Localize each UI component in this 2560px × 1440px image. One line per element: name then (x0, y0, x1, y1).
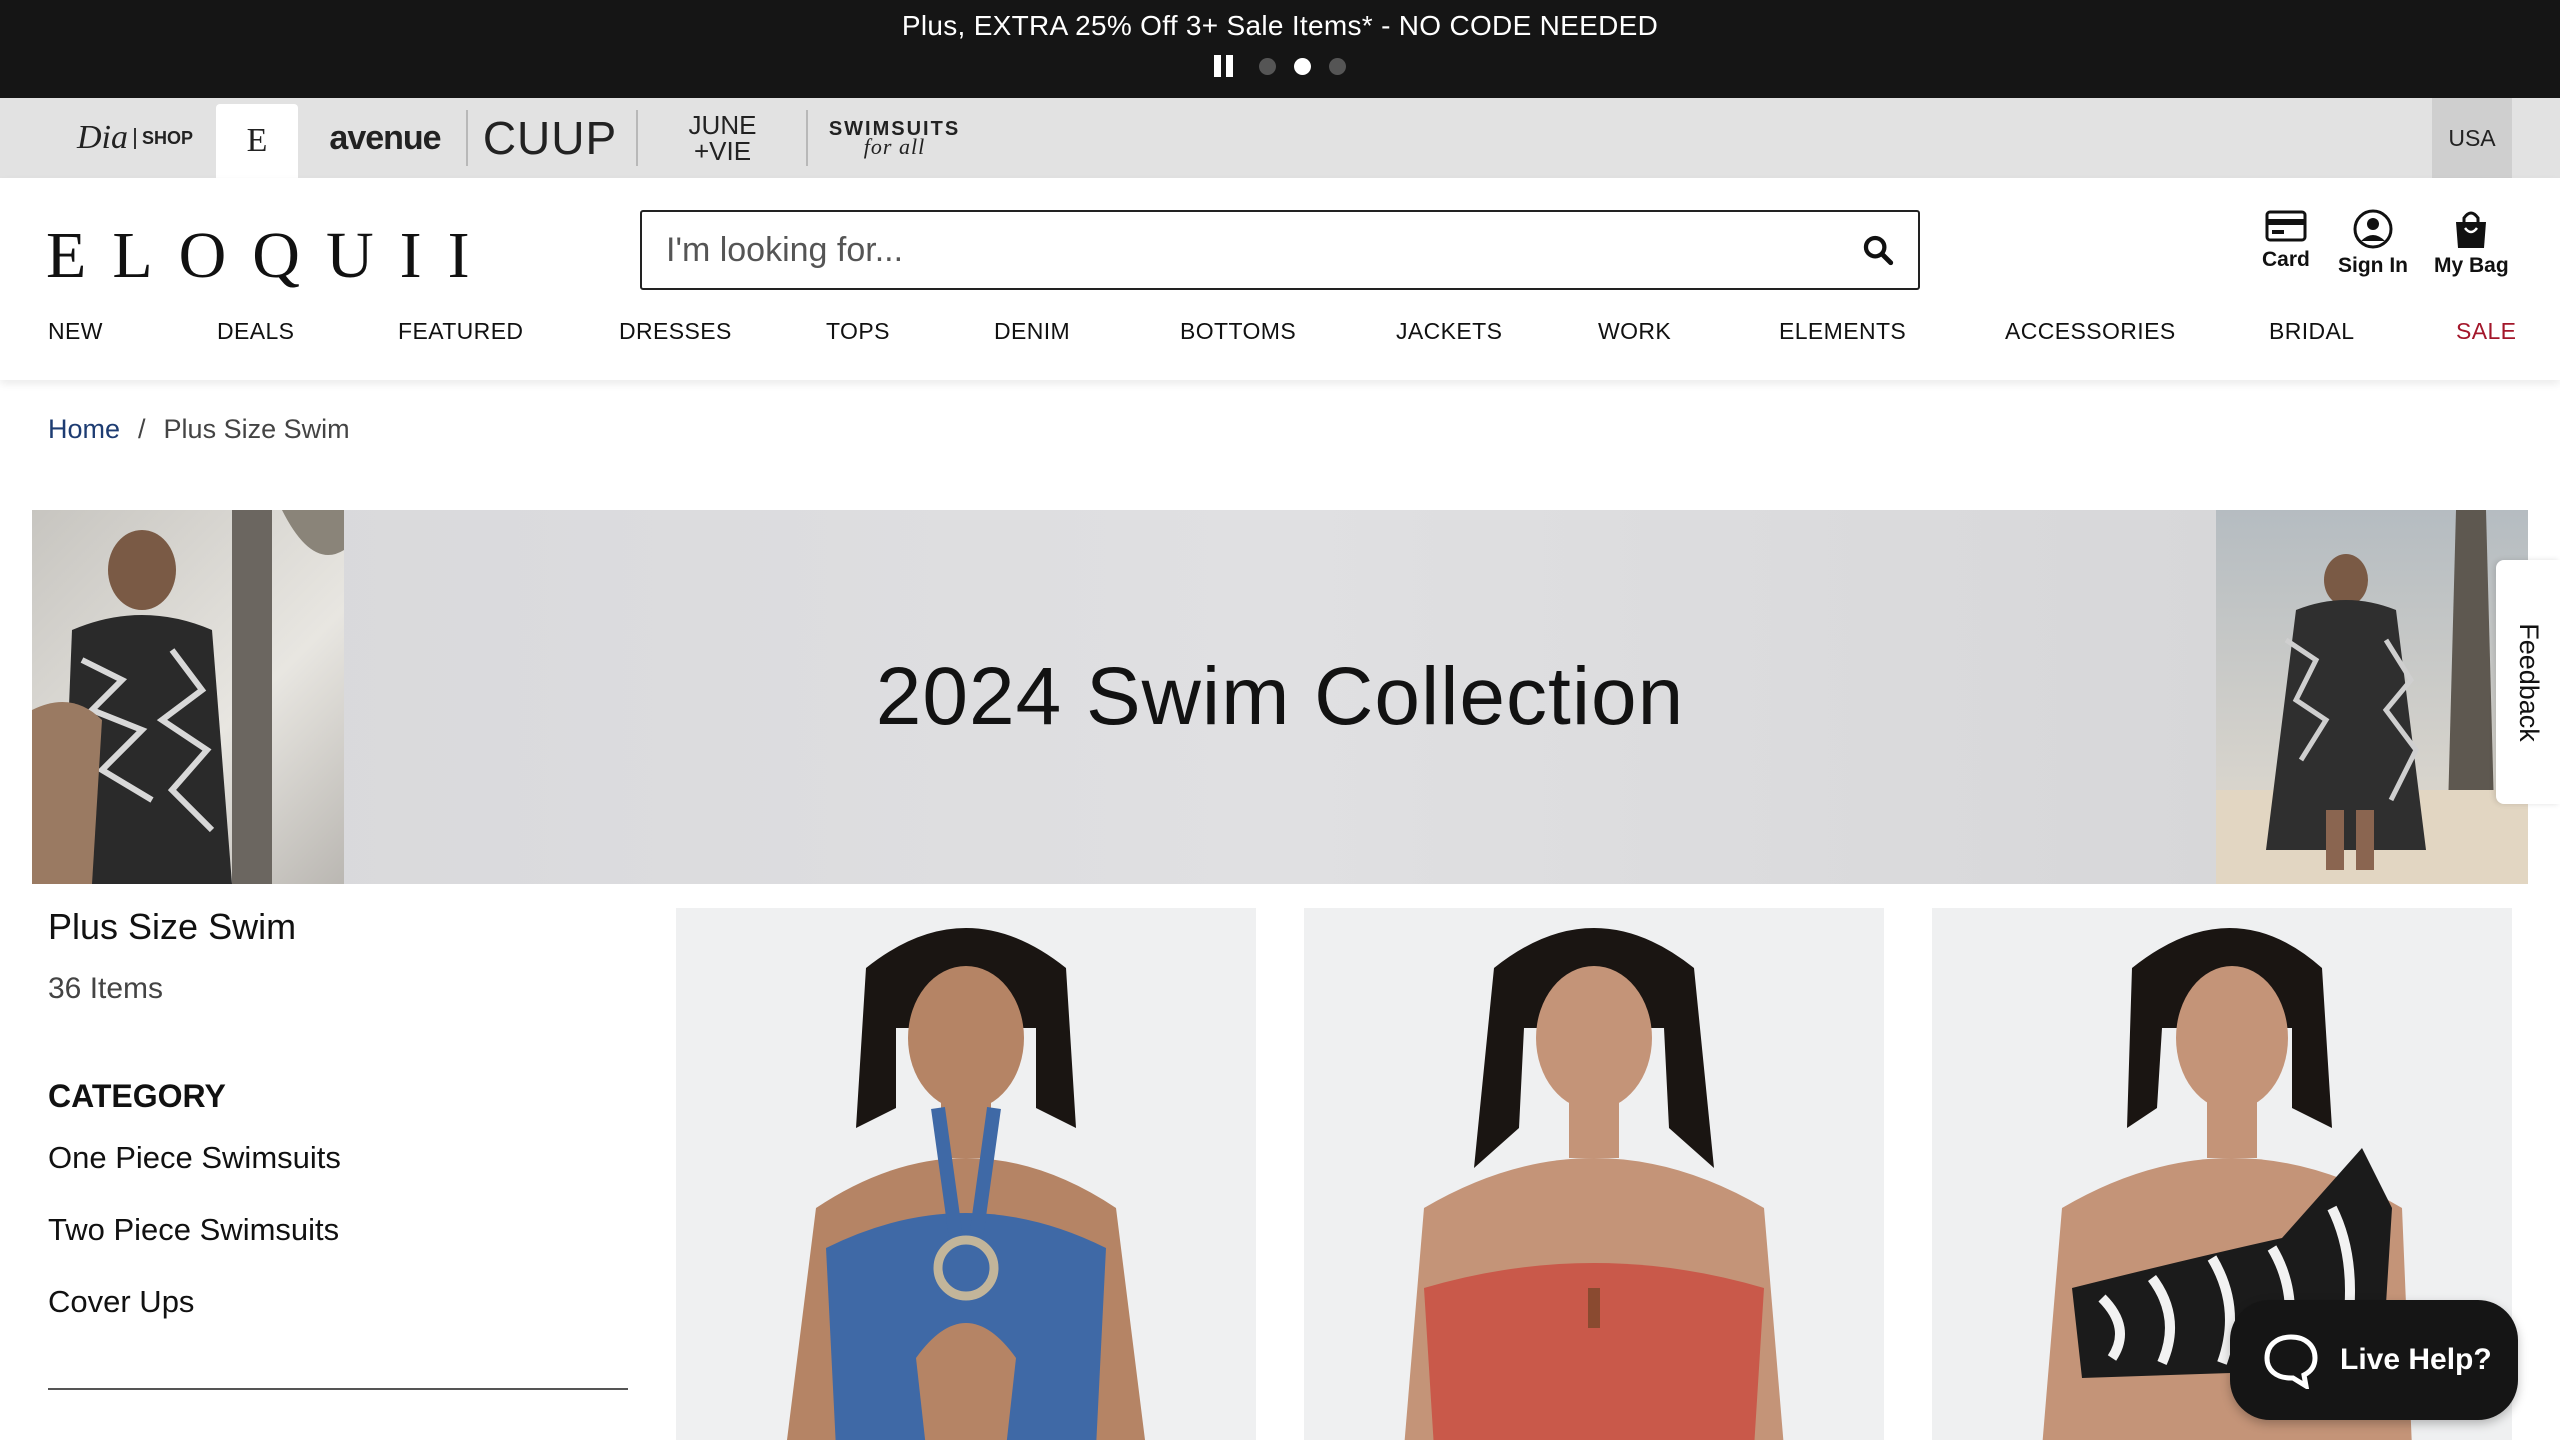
promo-controls (0, 55, 2560, 77)
nav-sale[interactable]: SALE (2456, 318, 2516, 345)
search-bar (640, 210, 1920, 290)
my-bag-label: My Bag (2434, 254, 2509, 277)
promo-text[interactable]: Plus, EXTRA 25% Off 3+ Sale Items* - NO … (0, 10, 2560, 42)
nav-denim[interactable]: DENIM (994, 318, 1070, 345)
swim-collection-banner[interactable]: 2024 Swim Collection (32, 510, 2528, 884)
nav-featured[interactable]: FEATURED (398, 318, 523, 345)
category-two-piece[interactable]: Two Piece Swimsuits (48, 1212, 339, 1248)
brand-divider (636, 110, 638, 166)
live-help-label: Live Help? (2340, 1343, 2492, 1376)
brand-june-line2: +VIE (693, 136, 752, 166)
site-header: ELOQUII Card Sign In My Bag NEW DEALS FE… (0, 178, 2560, 380)
sign-in-button[interactable]: Sign In (2338, 208, 2408, 278)
brand-avenue-label: avenue (329, 118, 441, 157)
promo-dot-3[interactable] (1329, 57, 1346, 75)
user-icon (2353, 209, 2393, 249)
card-button[interactable]: Card (2262, 208, 2310, 272)
nav-jackets[interactable]: JACKETS (1396, 318, 1502, 345)
nav-bridal[interactable]: BRIDAL (2269, 318, 2354, 345)
brand-eloquii[interactable]: E (216, 104, 298, 178)
nav-new[interactable]: NEW (48, 318, 103, 345)
card-label: Card (2262, 248, 2310, 271)
live-help-button[interactable]: Live Help? (2230, 1300, 2518, 1420)
brand-swim-line2: for all (863, 134, 926, 159)
brand-dia-shop-label: SHOP (133, 127, 193, 149)
promo-dot-2[interactable] (1294, 57, 1311, 75)
country-selector[interactable]: USA (2432, 98, 2512, 178)
nav-work[interactable]: WORK (1598, 318, 1671, 345)
brand-june-vie[interactable]: JUNE +VIE (640, 98, 805, 178)
nav-tops[interactable]: TOPS (826, 318, 890, 345)
brand-swimsuits-for-all[interactable]: SWIMSUITS for all (812, 98, 977, 178)
nav-bottoms[interactable]: BOTTOMS (1180, 318, 1296, 345)
my-bag-button[interactable]: My Bag (2434, 208, 2509, 278)
brand-dia-label: Dia (76, 119, 128, 156)
promo-dot-1[interactable] (1259, 57, 1276, 75)
nav-elements[interactable]: ELEMENTS (1779, 318, 1906, 345)
breadcrumb-current: Plus Size Swim (163, 414, 350, 444)
product-tile[interactable] (1304, 908, 1884, 1440)
feedback-label: Feedback (2513, 622, 2544, 742)
nav-accessories[interactable]: ACCESSORIES (2005, 318, 2176, 345)
brand-divider (806, 110, 808, 166)
banner-title: 2024 Swim Collection (875, 651, 1685, 742)
product-image (787, 928, 1145, 1440)
product-image (1404, 928, 1784, 1440)
category-heading: CATEGORY (48, 1078, 226, 1114)
eloquii-logo[interactable]: ELOQUII (46, 218, 496, 294)
shopping-bag-icon (2456, 211, 2487, 248)
brand-cuup[interactable]: CUUP (470, 98, 630, 178)
main-nav: NEW DEALS FEATURED DRESSES TOPS DENIM BO… (0, 318, 2560, 372)
credit-card-icon (2265, 210, 2307, 242)
brand-dia-shop[interactable]: Dia SHOP (60, 98, 210, 178)
brand-june-line1: JUNE (688, 110, 757, 140)
brand-eloquii-label: E (246, 122, 268, 159)
sidebar-divider (48, 1388, 628, 1390)
pause-icon[interactable] (1214, 55, 1233, 77)
item-count: 36 Items (48, 972, 164, 1005)
sign-in-label: Sign In (2338, 254, 2408, 277)
chat-bubble-icon (2264, 1334, 2318, 1389)
brand-divider (466, 110, 468, 166)
breadcrumb-separator: / (138, 414, 146, 444)
nav-deals[interactable]: DEALS (217, 318, 294, 345)
search-input[interactable] (642, 212, 1838, 288)
nav-dresses[interactable]: DRESSES (619, 318, 732, 345)
category-cover-ups[interactable]: Cover Ups (48, 1284, 194, 1320)
product-tile[interactable] (676, 908, 1256, 1440)
search-icon[interactable] (1838, 212, 1918, 288)
category-title: Plus Size Swim (48, 906, 297, 947)
brand-cuup-label: CUUP (482, 112, 618, 164)
breadcrumb-home[interactable]: Home (48, 414, 120, 445)
brand-bar: Dia SHOP E avenue CUUP JUNE +VIE SWIMSUI… (0, 98, 2560, 178)
breadcrumb: Home / Plus Size Swim (48, 414, 350, 445)
promo-bar: Plus, EXTRA 25% Off 3+ Sale Items* - NO … (0, 0, 2560, 98)
feedback-tab[interactable]: Feedback (2496, 560, 2560, 804)
brand-avenue[interactable]: avenue (310, 98, 460, 178)
category-one-piece[interactable]: One Piece Swimsuits (48, 1140, 341, 1176)
